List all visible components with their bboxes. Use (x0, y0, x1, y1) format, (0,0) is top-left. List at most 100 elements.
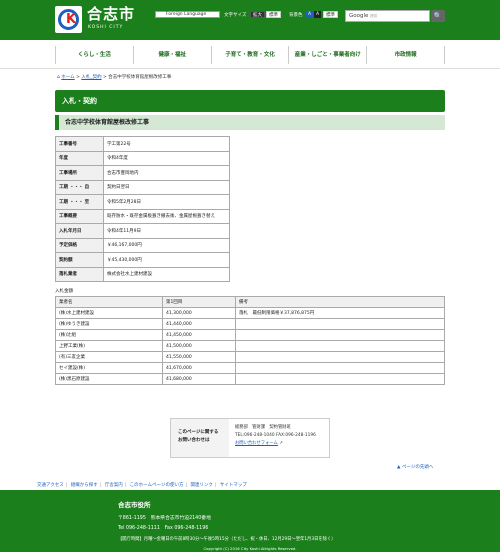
search-input[interactable]: Google 提供 (345, 10, 430, 22)
bidder-name: 上野工業(株) (55, 340, 163, 352)
contract-info-table: 工事番号 学工第22号 年度 令和4年度 工事場所 合志市豊岡地内 工期 ・・・ 自契… (55, 136, 230, 282)
logo-sub: KOSHI CITY (88, 25, 124, 30)
footer-link-organization[interactable]: 組織から探す (71, 483, 98, 488)
footer-address: 〒861-1195 熊本県合志市竹迫2140番地 (118, 516, 211, 521)
table-row: 契約額 ￥45,430,000円 (55, 252, 230, 268)
font-size-label: 文字サイズ (224, 13, 247, 18)
table-row: 工事番号 学工第22号 (55, 136, 230, 152)
site-footer: 合志市役所 〒861-1195 熊本県合志市竹迫2140番地 Tel 096-2… (0, 490, 500, 552)
breadcrumb-sep: > (103, 75, 107, 80)
contact-tel: TEL:096-248-1040 FAX:096-248-1196 (235, 433, 316, 438)
table-row: 工期 ・・・ 自契約日翌日 (55, 179, 230, 195)
table-row: セイ建設(株) 41,670,000 (55, 362, 445, 374)
foreign-language-select[interactable]: Foreign Language (155, 11, 220, 18)
separator: | (214, 483, 217, 488)
bidder-name: セイ建設(株) (55, 362, 163, 374)
row-label: 工事場所 (55, 165, 104, 181)
search-icon[interactable]: 🔍 (431, 10, 445, 22)
bidder-name: (有)三友企業 (55, 351, 163, 363)
row-label: 工事概要 (55, 208, 104, 224)
contact-title-line2: お問い合わせは (178, 438, 210, 443)
bid-note: 落札 最低制限価格￥37,876,875円 (235, 307, 445, 319)
external-link-icon: ↗ (279, 441, 283, 446)
breadcrumb: ⌂ ホーム > 入札_契約 > 合志中学校体育館屋根改修工事 (57, 74, 171, 80)
bid-table: 業者名 第1回目 備考 (株)水上建材建設 41,300,000 落札 最低制限価格… (55, 296, 445, 385)
table-row: 落札業者 株式会社水上建材建設 (55, 266, 230, 282)
bg-standard-button[interactable]: 標準 (323, 11, 338, 18)
nav-health[interactable]: 健康・福祉 (134, 46, 212, 64)
nav-living[interactable]: くらし・生活 (55, 46, 134, 64)
row-label: 工期 ・・・ 至 (55, 194, 104, 210)
table-row: 工期 ・・・ 至令和5年2月28日 (55, 194, 230, 210)
col-header-round1: 第1回目 (162, 296, 236, 308)
page-top-label: ページの先頭へ (401, 465, 434, 470)
bg-color-label: 背景色 (289, 13, 303, 18)
breadcrumb-home[interactable]: ホーム (61, 75, 74, 80)
col-header-bidder: 業者名 (55, 296, 163, 308)
breadcrumb-sep: > (76, 75, 80, 80)
bid-note (235, 373, 445, 385)
contact-form-link[interactable]: お問い合わせフォーム (235, 441, 278, 446)
bid-note (235, 351, 445, 363)
city-logo[interactable]: K (55, 6, 82, 33)
footer-link-howto[interactable]: このホームページの使い方 (130, 483, 184, 488)
bidder-name: (株)ゆうき建設 (55, 318, 163, 330)
nav-divider (0, 68, 500, 69)
font-large-button[interactable]: 拡大 (250, 11, 265, 18)
row-value: ￥45,430,000円 (103, 252, 230, 268)
font-standard-button[interactable]: 標準 (266, 11, 281, 18)
row-value: 株式会社水上建材建設 (103, 266, 230, 282)
table-row: 工事概要 既存防水・既存金属板葺き撤去後、金属屋根葺き替え (55, 208, 230, 224)
bid-amount: 41,300,000 (162, 307, 236, 319)
page-title: 合志中学校体育館屋根改修工事 (55, 115, 445, 130)
bid-amount: 41,680,000 (162, 373, 236, 385)
separator: | (185, 483, 187, 488)
row-value: 学工第22号 (103, 136, 230, 152)
footer-link-building[interactable]: 庁舎案内 (105, 483, 123, 488)
footer-link-access[interactable]: 交通アクセス (37, 483, 64, 488)
bid-caption: 入札金額 (55, 289, 73, 294)
logo-name[interactable]: 合志市 (87, 6, 135, 23)
separator: | (65, 483, 68, 488)
nav-business[interactable]: 産業・しごと・事業者向け (289, 46, 368, 64)
contact-dept: 総務部 管財課 契約管財班 (235, 425, 291, 430)
contact-box: このページに関する お問い合わせは 総務部 管財課 契約管財班 TEL:096-… (170, 418, 330, 458)
table-row: (有)三友企業 41,550,000 (55, 351, 445, 363)
footer-link-sitemap[interactable]: サイトマップ (220, 483, 247, 488)
bidder-name: (株)水上建材建設 (55, 307, 163, 319)
bid-note (235, 362, 445, 374)
table-row: 年度 令和4年度 (55, 150, 230, 166)
breadcrumb-level1[interactable]: 入札_契約 (81, 75, 101, 80)
footer-copyright: Copyright (C) 2016 City Koshi Allrights … (203, 546, 297, 551)
bg-black-button[interactable]: A (314, 11, 321, 18)
bid-amount: 41,550,000 (162, 351, 236, 363)
contact-heading: このページに関する お問い合わせは (171, 419, 229, 457)
bid-note (235, 329, 445, 341)
footer-tel: Tel 096-248-1111 Fax 096-248-1196 (118, 526, 209, 531)
row-label: 予定価格 (55, 237, 104, 253)
row-value: 令和5年2月28日 (103, 194, 230, 210)
row-label: 工期 ・・・ 自 (55, 179, 104, 195)
breadcrumb-current: 合志中学校体育館屋根改修工事 (108, 75, 172, 80)
table-row: 入札年月日 令和4年11月9日 (55, 223, 230, 239)
footer-links: 交通アクセス | 組織から探す | 庁舎案内 | このホームページの使い方 | 関連リン… (37, 482, 247, 488)
footer-hours: 【開庁時間】月曜～金曜日の午前8時30分～午後5時15分（ただし、祝・休日、12… (118, 537, 336, 542)
bg-blue-button[interactable]: A (306, 11, 313, 18)
nav-education[interactable]: 子育て・教育・文化 (212, 46, 290, 64)
global-nav: くらし・生活 健康・福祉 子育て・教育・文化 産業・しごと・事業者向け 市政情報 (55, 46, 445, 64)
page-top-link[interactable]: ▲ ページの先頭へ (397, 464, 433, 470)
home-icon: ⌂ (57, 75, 60, 80)
table-row: 予定価格 ￥46,167,000円 (55, 237, 230, 253)
bid-note (235, 340, 445, 352)
bidder-name: (株)辻組 (55, 329, 163, 341)
contact-details: 総務部 管財課 契約管財班 TEL:096-248-1040 FAX:096-2… (235, 424, 316, 448)
row-label: 契約額 (55, 252, 104, 268)
footer-link-related[interactable]: 関連リンク (190, 483, 213, 488)
row-value: 既存防水・既存金属板葺き撤去後、金属屋根葺き替え (103, 208, 230, 224)
row-label: 落札業者 (55, 266, 104, 282)
bid-amount: 41,440,000 (162, 318, 236, 330)
nav-city-info[interactable]: 市政情報 (367, 46, 445, 64)
section-title: 入札・契約 (55, 90, 445, 112)
bidder-name: (株)黒石原建設 (55, 373, 163, 385)
row-value: ￥46,167,000円 (103, 237, 230, 253)
